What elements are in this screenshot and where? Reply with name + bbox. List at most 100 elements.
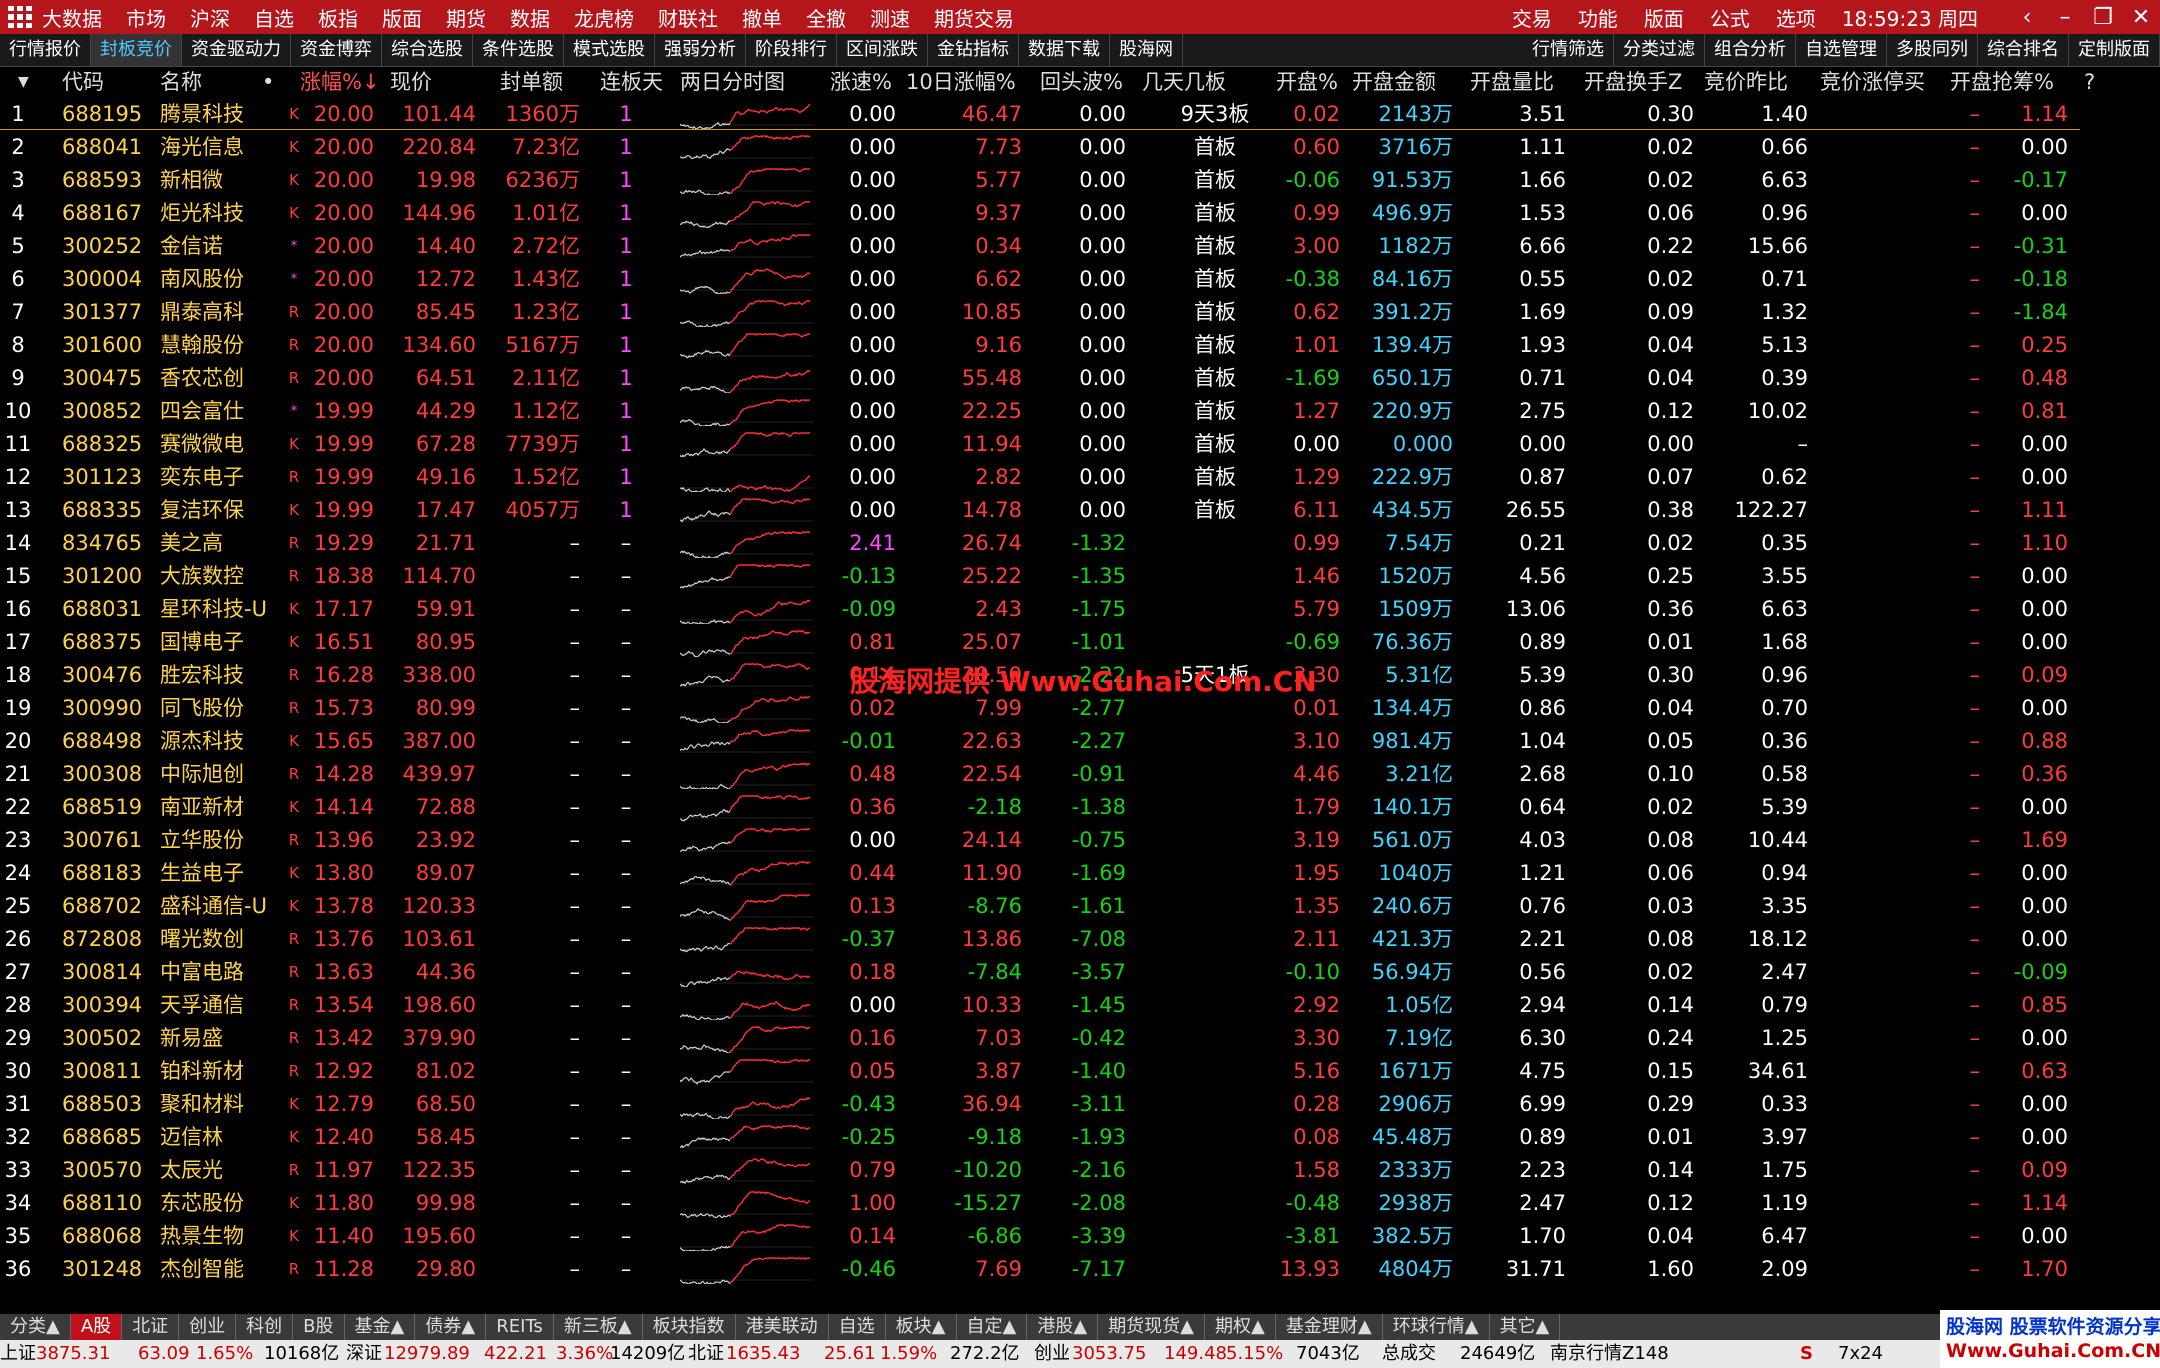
table-row[interactable]: 26 872808 曙光数创 R 13.76 103.61– – -0.37 13.86 -7.0…: [0, 923, 2080, 956]
column-header[interactable]: 涨幅%↓: [300, 66, 380, 98]
table-row[interactable]: 23 300761 立华股份 R 13.96 23.92– –0.00 24.14 -0.75 3…: [0, 824, 2080, 857]
table-row[interactable]: 10 300852 四会富仕 * 19.99 44.29 1.12亿 1 0.00 22.25 0.…: [0, 395, 2080, 428]
title-menu-item[interactable]: 龙虎榜: [574, 3, 634, 32]
title-menu-item[interactable]: 全撤: [806, 3, 846, 32]
title-menu-item[interactable]: 撤单: [742, 3, 782, 32]
market-tab[interactable]: REITs: [486, 1314, 554, 1340]
table-row[interactable]: 8 301600 慧翰股份 R 20.00 134.60 5167万 1 0.00 9.16 0.0…: [0, 329, 2080, 362]
func-tab-right[interactable]: 自选管理: [1796, 34, 1887, 66]
title-menu-item[interactable]: 沪深: [190, 3, 230, 32]
table-row[interactable]: 31 688503 聚和材料 K 12.79 68.50– – -0.43 36.94 -3.11…: [0, 1088, 2080, 1121]
func-tab[interactable]: 金钻指标: [928, 34, 1019, 66]
market-tab[interactable]: 科创: [236, 1314, 294, 1340]
func-tab[interactable]: 强弱分析: [655, 34, 746, 66]
func-tab-right[interactable]: 多股同列: [1887, 34, 1978, 66]
market-tab[interactable]: 期货现货▲: [1098, 1314, 1206, 1340]
market-tab[interactable]: 环球行情▲: [1383, 1314, 1490, 1340]
table-row[interactable]: 7 301377 鼎泰高科 R 20.00 85.45 1.23亿 1 0.00 10.85 0.0…: [0, 296, 2080, 329]
column-header[interactable]: 回头波%: [1040, 66, 1126, 98]
title-right-item[interactable]: 交易: [1512, 3, 1552, 32]
func-tab-right[interactable]: 综合排名: [1978, 34, 2069, 66]
table-row[interactable]: 22 688519 南亚新材 K 14.14 72.88– –0.36 -2.18 -1.38 1…: [0, 791, 2080, 824]
table-row[interactable]: 34 688110 东芯股份 K 11.80 99.98– –1.00 -15.27 -2.08…: [0, 1187, 2080, 1220]
market-tab[interactable]: 基金▲: [345, 1314, 416, 1340]
table-row[interactable]: 27 300814 中富电路 R 13.63 44.36– –0.18 -7.84 -3.57-…: [0, 956, 2080, 989]
table-row[interactable]: 12 301123 奕东电子 R 19.99 49.16 1.52亿 1 0.00 2.82 0.0…: [0, 461, 2080, 494]
market-tab[interactable]: 分类▲: [0, 1314, 71, 1340]
table-row[interactable]: 36 301248 杰创智能 R 11.28 29.80– – -0.46 7.69 -7.17 1…: [0, 1253, 2080, 1286]
title-right-item[interactable]: 功能: [1578, 3, 1618, 32]
table-row[interactable]: 9 300475 香农芯创 R 20.00 64.51 2.11亿 1 0.00 55.48 0.0…: [0, 362, 2080, 395]
market-tab[interactable]: 北证: [122, 1314, 180, 1340]
s-icon[interactable]: S: [1800, 1340, 1813, 1368]
table-row[interactable]: 14 834765 美之高 R 19.29 21.71– –2.41 26.74 -1.32 0.…: [0, 527, 2080, 560]
market-tab[interactable]: 其它▲: [1490, 1314, 1561, 1340]
title-menu-item[interactable]: 市场: [126, 3, 166, 32]
title-menu-item[interactable]: 期货: [446, 3, 486, 32]
column-header[interactable]: 竞价涨停买: [1820, 66, 1940, 98]
table-row[interactable]: 25 688702 盛科通信-U K 13.78 120.33– –0.13 -8.76 -1.…: [0, 890, 2080, 923]
title-menu-item[interactable]: 财联社: [658, 3, 718, 32]
table-row[interactable]: 24 688183 生益电子 K 13.80 89.07– –0.44 11.90 -1.69 1…: [0, 857, 2080, 890]
column-header[interactable]: 开盘抢筹%: [1950, 66, 2090, 98]
server-name[interactable]: 南京行情Z148: [1550, 1340, 1669, 1368]
market-tab[interactable]: 港美联动: [736, 1314, 829, 1340]
market-tab[interactable]: 新三板▲: [554, 1314, 643, 1340]
func-tab[interactable]: 数据下载: [1019, 34, 1110, 66]
column-header[interactable]: ?: [2084, 66, 2104, 98]
table-row[interactable]: 28 300394 天孚通信 R 13.54 198.60– –0.00 10.33 -1.45…: [0, 989, 2080, 1022]
column-header[interactable]: 连板天: [600, 66, 672, 98]
table-row[interactable]: 3 688593 新相微 K 20.00 19.98 6236万 1 0.00 5.77 0.00 首…: [0, 164, 2080, 197]
table-row[interactable]: 29 300502 新易盛 R 13.42 379.90– –0.16 7.03 -0.42 3.…: [0, 1022, 2080, 1055]
func-tab-right[interactable]: 组合分析: [1705, 34, 1796, 66]
market-tab[interactable]: 基金理财▲: [1276, 1314, 1383, 1340]
func-tab[interactable]: 综合选股: [382, 34, 473, 66]
table-row[interactable]: 1 688195 腾景科技 K 20.00 101.44 1360万 1 0.00 46.47 0.…: [0, 98, 2080, 131]
func-tab[interactable]: 股海网: [1110, 34, 1183, 66]
table-row[interactable]: 16 688031 星环科技-U K 17.17 59.91– – -0.09 2.43 -1.7…: [0, 593, 2080, 626]
market-tab[interactable]: 自定▲: [957, 1314, 1028, 1340]
market-tab[interactable]: 港股▲: [1027, 1314, 1099, 1340]
market-tab[interactable]: 期权▲: [1205, 1314, 1276, 1340]
table-row[interactable]: 2 688041 海光信息 K 20.00 220.84 7.23亿 1 0.00 7.73 0.0…: [0, 131, 2080, 164]
column-header[interactable]: 封单额: [500, 66, 580, 98]
func-tab[interactable]: 行情报价: [0, 34, 91, 66]
func-tab-right[interactable]: 分类过滤: [1614, 34, 1705, 66]
back-icon[interactable]: ‹: [2008, 5, 2046, 30]
column-header[interactable]: 开盘金额: [1352, 66, 1452, 98]
table-row[interactable]: 32 688685 迈信林 K 12.40 58.45– – -0.25 -9.18 -1.93 0…: [0, 1121, 2080, 1154]
title-right-item[interactable]: 公式: [1710, 3, 1750, 32]
market-tab[interactable]: B股: [293, 1314, 345, 1340]
close-icon[interactable]: ✕: [2122, 5, 2160, 30]
market-tab[interactable]: 板块▲: [886, 1314, 957, 1340]
app-menu-icon[interactable]: [8, 6, 32, 28]
title-right-item[interactable]: 版面: [1644, 3, 1684, 32]
column-header[interactable]: 代码: [62, 66, 162, 98]
func-tab[interactable]: 资金博弈: [291, 34, 382, 66]
table-row[interactable]: 21 300308 中际旭创 R 14.28 439.97– –0.48 22.54 -0.91…: [0, 758, 2080, 791]
column-header[interactable]: 两日分时图: [680, 66, 800, 98]
func-tab[interactable]: 封板竞价: [91, 34, 182, 66]
market-tab[interactable]: 创业: [179, 1314, 237, 1340]
table-row[interactable]: 17 688375 国博电子 K 16.51 80.95– –0.81 25.07 -1.01-…: [0, 626, 2080, 659]
func-tab[interactable]: 阶段排行: [746, 34, 837, 66]
column-header[interactable]: 名称: [160, 66, 270, 98]
title-menu-item[interactable]: 数据: [510, 3, 550, 32]
column-header[interactable]: 几天几板: [1142, 66, 1272, 98]
func-tab[interactable]: 区间涨跌: [837, 34, 928, 66]
title-menu-item[interactable]: 大数据: [42, 3, 102, 32]
layout-label[interactable]: 7x24: [1838, 1340, 1883, 1368]
title-menu-item[interactable]: 期货交易: [934, 3, 1014, 32]
title-menu-item[interactable]: 测速: [870, 3, 910, 32]
market-tab[interactable]: 自选: [829, 1314, 886, 1340]
market-tab[interactable]: 板块指数: [643, 1314, 736, 1340]
column-header[interactable]: 涨速%: [830, 66, 898, 98]
sort-dropdown-icon[interactable]: ▼: [18, 66, 42, 98]
column-header[interactable]: 现价: [390, 66, 476, 98]
table-row[interactable]: 30 300811 铂科新材 R 12.92 81.02– –0.05 3.87 -1.40 5.…: [0, 1055, 2080, 1088]
table-row[interactable]: 33 300570 太辰光 R 11.97 122.35– –0.79 -10.20 -2.16…: [0, 1154, 2080, 1187]
func-tab-right[interactable]: 定制版面: [2069, 34, 2160, 66]
column-header[interactable]: 竞价昨比: [1704, 66, 1808, 98]
column-header[interactable]: 开盘%: [1276, 66, 1340, 98]
table-row[interactable]: 13 688335 复洁环保 K 19.99 17.47 4057万 1 0.00 14.78 0.…: [0, 494, 2080, 527]
